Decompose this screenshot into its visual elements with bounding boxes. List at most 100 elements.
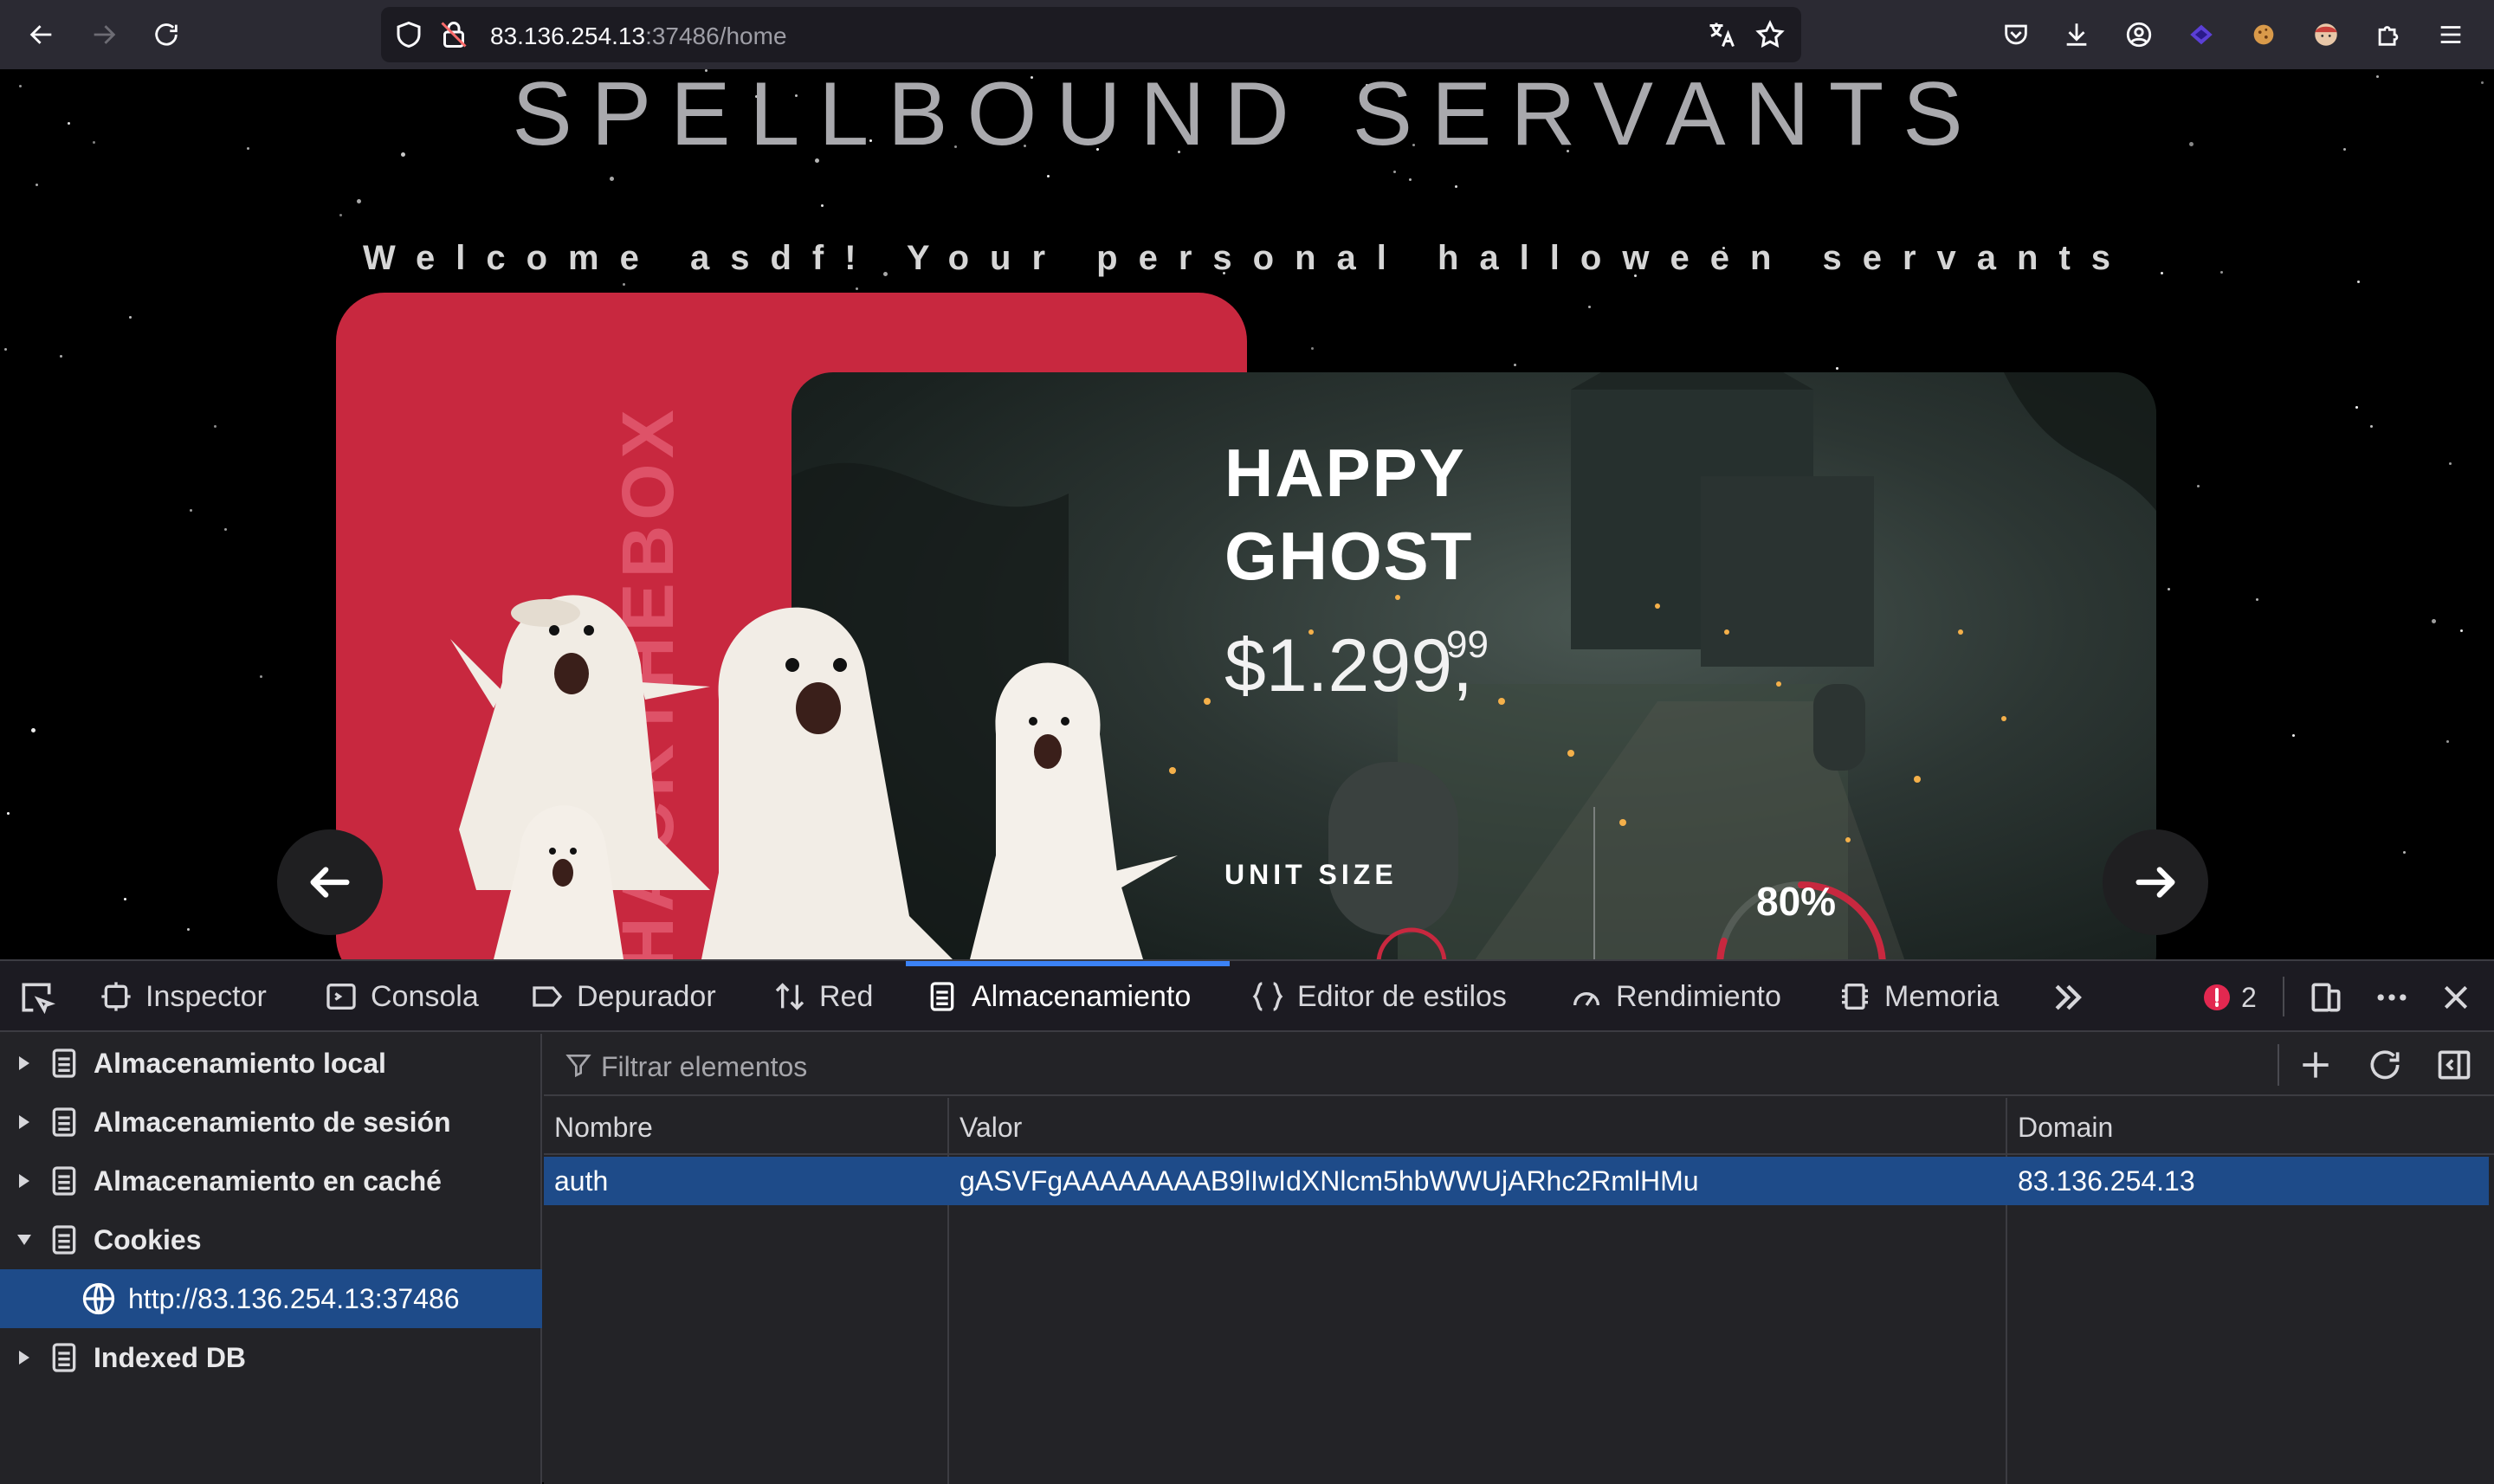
extension-button[interactable]	[2182, 16, 2220, 54]
storage-sidebar: Almacenamiento local Almacenamiento de s…	[0, 1034, 542, 1484]
sidebar-item-label: http://83.136.254.13:37486	[128, 1282, 460, 1314]
cookie-domain-cell[interactable]: 83.136.254.13	[2018, 1165, 2195, 1197]
star	[4, 348, 7, 351]
tab-network[interactable]: Red	[772, 961, 873, 1032]
star	[60, 355, 62, 358]
star	[2355, 406, 2358, 409]
url-host: 83.136.254.13	[490, 23, 646, 49]
account-icon	[2126, 22, 2152, 48]
tab-console[interactable]: Consola	[324, 961, 479, 1032]
tab-style-editor[interactable]: Editor de estilos	[1250, 961, 1507, 1032]
storage-db-icon	[52, 1048, 76, 1078]
star	[2370, 425, 2373, 428]
arrow-right-icon	[2135, 867, 2175, 898]
sidebar-item-label: Indexed DB	[94, 1341, 247, 1373]
star	[1393, 171, 1396, 173]
tab-network-label: Red	[819, 979, 874, 1013]
pocket-icon	[2005, 24, 2027, 45]
cookie-extension-button[interactable]	[2245, 16, 2283, 54]
tab-performance-label: Rendimiento	[1616, 979, 1781, 1013]
sidebar-item-session-storage[interactable]: Almacenamiento de sesión	[0, 1093, 542, 1152]
unit-size-label: UNIT SIZE	[1224, 859, 1398, 890]
star	[2432, 619, 2436, 623]
url-bar[interactable]: 83.136.254.13:37486/home	[381, 7, 1801, 62]
reload-button[interactable]	[147, 16, 185, 54]
carousel-next-button[interactable]	[2103, 829, 2208, 935]
shield-icon	[397, 21, 421, 48]
tab-memory[interactable]: Memoria	[1838, 961, 1999, 1032]
cookie-name-cell[interactable]: auth	[554, 1165, 608, 1197]
star	[187, 928, 190, 931]
storage-db-icon	[52, 1343, 76, 1372]
ghost-right	[970, 662, 1178, 959]
tab-debugger-label: Depurador	[577, 979, 716, 1013]
column-separator[interactable]	[947, 1098, 949, 1484]
sidebar-item-cookie-origin[interactable]: http://83.136.254.13:37486	[0, 1269, 542, 1328]
translate-icon[interactable]	[1706, 19, 1737, 50]
inspector-icon	[101, 982, 131, 1011]
refresh-icon[interactable]	[2366, 1046, 2404, 1084]
avatar-extension-button[interactable]	[2307, 16, 2345, 54]
star	[36, 184, 38, 186]
pocket-button[interactable]	[1997, 16, 2035, 54]
more-tabs-chevron-icon[interactable]	[2049, 978, 2087, 1016]
forward-button[interactable]	[85, 16, 123, 54]
column-header-value[interactable]: Valor	[959, 1112, 1022, 1144]
sidebar-item-local-storage[interactable]: Almacenamiento local	[0, 1034, 542, 1093]
puzzle-icon	[2378, 26, 2399, 46]
arrow-left-icon	[310, 867, 350, 898]
filter-bar: Filtrar elementos	[544, 1034, 2494, 1096]
url-path: :37486/home	[645, 23, 787, 49]
tab-performance[interactable]: Rendimiento	[1569, 961, 1781, 1032]
carousel-prev-button[interactable]	[277, 829, 383, 935]
insecure-lock-icon[interactable]	[438, 19, 469, 50]
column-separator[interactable]	[2006, 1098, 2007, 1484]
storage-icon	[930, 982, 954, 1011]
more-options-icon[interactable]	[2373, 978, 2411, 1016]
table-row[interactable]: auth gASVFgAAAAAAAAB9lIwIdXNlcm5hbWWUjAR…	[544, 1157, 2489, 1205]
sidebar-item-cookies[interactable]: Cookies	[0, 1210, 542, 1269]
storage-db-icon	[52, 1107, 76, 1137]
filter-separator	[2278, 1044, 2279, 1086]
star	[1047, 175, 1050, 177]
sidebar-item-indexed-db[interactable]: Indexed DB	[0, 1328, 542, 1387]
responsive-design-icon[interactable]	[2307, 978, 2345, 1016]
web-page: SPELLBOUND SERVANTS Welcome asdf! Your p…	[0, 69, 2494, 959]
star	[1836, 367, 1838, 370]
size-selector-partial[interactable]	[1368, 921, 1507, 959]
product-price-cents: 99	[1446, 623, 1489, 666]
collapse-triangle-icon	[17, 1235, 31, 1245]
tab-storage[interactable]: Almacenamiento	[925, 961, 1191, 1032]
add-item-icon[interactable]	[2297, 1046, 2335, 1084]
close-devtools-icon[interactable]	[2439, 980, 2473, 1015]
tab-debugger[interactable]: Depurador	[530, 961, 716, 1032]
column-header-domain[interactable]: Domain	[2018, 1112, 2113, 1144]
menu-button[interactable]	[2432, 16, 2470, 54]
tabbar-separator	[2283, 977, 2284, 1016]
star	[623, 283, 625, 286]
bookmark-star-icon[interactable]	[1754, 19, 1786, 50]
back-button[interactable]	[23, 16, 61, 54]
url-text[interactable]: 83.136.254.13:37486/home	[490, 23, 787, 50]
star	[7, 812, 10, 815]
download-icon	[2066, 23, 2087, 46]
extensions-button[interactable]	[2369, 16, 2407, 54]
account-button[interactable]	[2120, 16, 2158, 54]
toggle-sidebar-icon[interactable]	[2435, 1046, 2473, 1084]
tab-storage-label: Almacenamiento	[972, 979, 1192, 1013]
element-picker-icon[interactable]	[17, 978, 55, 1016]
filter-input[interactable]: Filtrar elementos	[601, 1051, 807, 1083]
console-icon	[326, 984, 356, 1010]
sidebar-item-cache-storage[interactable]: Almacenamiento en caché	[0, 1152, 542, 1210]
site-title: SPELLBOUND SERVANTS	[512, 69, 1982, 165]
star	[2446, 740, 2449, 743]
column-header-name[interactable]: Nombre	[554, 1112, 653, 1144]
debugger-icon	[533, 986, 563, 1007]
star	[2197, 485, 2200, 487]
error-counter[interactable]: 2	[2201, 980, 2257, 1015]
tab-inspector[interactable]: Inspector	[99, 961, 267, 1032]
downloads-button[interactable]	[2058, 16, 2096, 54]
star	[2460, 629, 2463, 632]
tab-style-editor-label: Editor de estilos	[1297, 979, 1507, 1013]
cookie-value-cell[interactable]: gASVFgAAAAAAAAB9lIwIdXNlcm5hbWWUjARhc2Rm…	[959, 1165, 1699, 1197]
